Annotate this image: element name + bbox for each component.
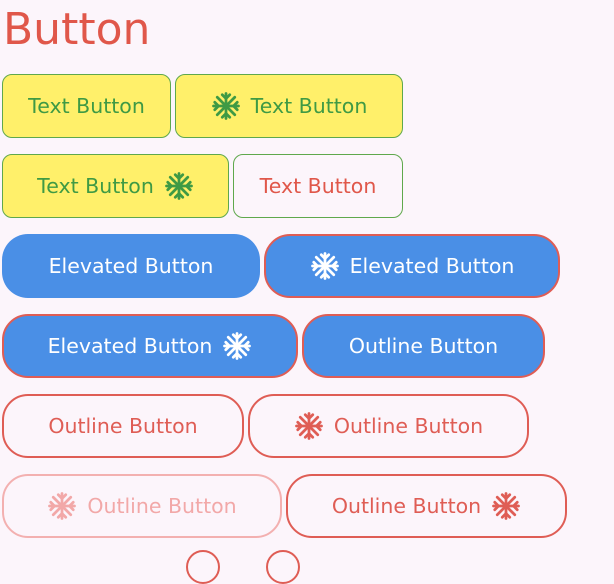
button-label: Elevated Button — [349, 254, 515, 278]
snowflake-icon — [491, 491, 521, 521]
button-label: Text Button — [37, 174, 154, 198]
outline-button-filled[interactable]: Outline Button — [302, 314, 545, 378]
outline-button-disabled: Outline Button — [2, 474, 282, 538]
button-label: Outline Button — [348, 334, 499, 358]
elevated-button-icon-right[interactable]: Elevated Button — [2, 314, 298, 378]
button-label: Text Button — [28, 94, 145, 118]
snowflake-icon — [164, 171, 194, 201]
button-label: Outline Button — [87, 494, 237, 518]
elevated-button-icon-left[interactable]: Elevated Button — [264, 234, 560, 298]
icon-button[interactable] — [266, 550, 300, 584]
button-label: Text Button — [259, 174, 377, 198]
snowflake-icon — [222, 331, 252, 361]
text-button-icon-right[interactable]: Text Button — [2, 154, 229, 218]
button-label: Outline Button — [48, 414, 198, 438]
text-button-icon-left[interactable]: Text Button — [175, 74, 403, 138]
outline-button-icon-left[interactable]: Outline Button — [248, 394, 529, 458]
button-label: Elevated Button — [47, 334, 213, 358]
snowflake-icon — [211, 91, 241, 121]
icon-button[interactable] — [186, 550, 220, 584]
snowflake-icon — [294, 411, 324, 441]
elevated-button[interactable]: Elevated Button — [2, 234, 260, 298]
snowflake-icon — [310, 251, 340, 281]
text-button-plain[interactable]: Text Button — [233, 154, 403, 218]
button-label: Elevated Button — [48, 254, 214, 278]
text-button[interactable]: Text Button — [2, 74, 171, 138]
button-label: Text Button — [250, 94, 368, 118]
snowflake-icon — [47, 491, 77, 521]
button-label: Outline Button — [331, 494, 482, 518]
button-label: Outline Button — [333, 414, 484, 438]
outline-button[interactable]: Outline Button — [2, 394, 244, 458]
outline-button-icon-right[interactable]: Outline Button — [286, 474, 567, 538]
page-title: Button — [3, 4, 151, 55]
